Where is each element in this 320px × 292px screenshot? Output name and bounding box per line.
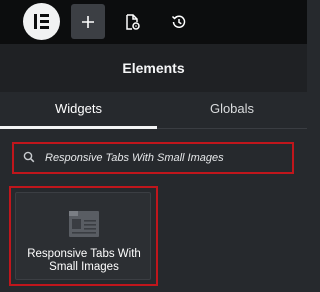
- widget-tabs-icon: [69, 211, 99, 237]
- search-highlight-box: [12, 142, 294, 174]
- tab-globals[interactable]: Globals: [157, 92, 307, 128]
- panel-title: Elements: [0, 44, 307, 92]
- document-settings-icon: [126, 13, 140, 30]
- widget-card[interactable]: Responsive Tabs With Small Images: [15, 192, 151, 280]
- search-input[interactable]: [45, 152, 265, 164]
- search-bar: [18, 148, 288, 168]
- panel-tabs: Widgets Globals: [0, 92, 307, 129]
- tab-widgets-label: Widgets: [55, 101, 102, 116]
- plus-icon: [82, 15, 94, 28]
- elementor-logo-icon[interactable]: [23, 3, 60, 40]
- page-settings-button[interactable]: [115, 4, 149, 39]
- history-icon: [171, 15, 186, 28]
- search-icon: [23, 151, 37, 165]
- add-element-button[interactable]: [71, 4, 105, 39]
- result-highlight-box: Responsive Tabs With Small Images: [9, 186, 158, 286]
- widget-card-label: Responsive Tabs With Small Images: [27, 248, 141, 273]
- tab-globals-label: Globals: [209, 101, 255, 116]
- active-tab-indicator: [0, 126, 157, 129]
- tab-widgets[interactable]: Widgets: [0, 92, 157, 129]
- top-toolbar: [0, 0, 307, 44]
- history-button[interactable]: [162, 4, 196, 39]
